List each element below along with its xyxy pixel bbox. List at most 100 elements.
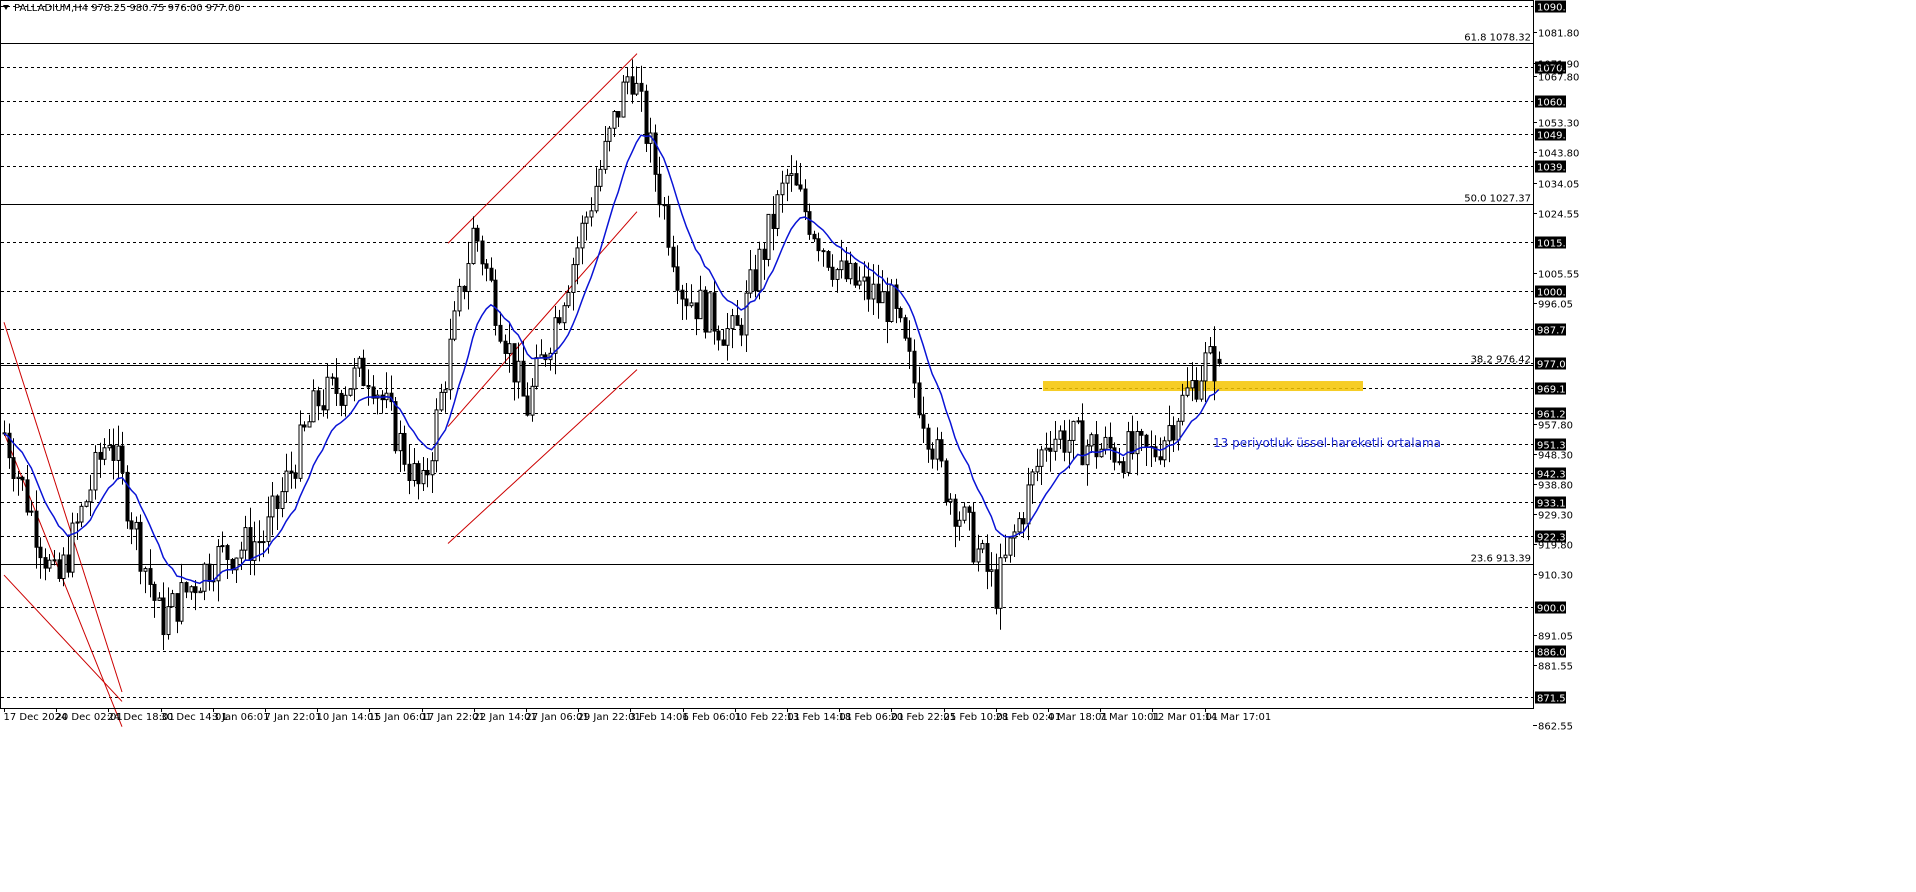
candle-body[interactable] [876, 283, 881, 304]
candle-body[interactable] [1121, 461, 1126, 473]
candle-body[interactable] [998, 557, 1003, 609]
candle-body[interactable] [616, 111, 621, 118]
candle-body[interactable] [457, 285, 462, 312]
candle-body[interactable] [70, 522, 75, 573]
candle-body[interactable] [102, 447, 107, 460]
candle-body[interactable] [553, 317, 558, 354]
price-axis[interactable]: 1103.601090.201070.851060.001049.501039.… [1533, 0, 1579, 733]
candle-body[interactable] [1185, 387, 1190, 396]
candle-body[interactable] [680, 289, 685, 300]
candle-body[interactable] [298, 424, 303, 479]
candle-body[interactable] [61, 554, 66, 579]
candle-body[interactable] [835, 269, 840, 280]
candle-body[interactable] [1044, 447, 1049, 451]
candle-body[interactable] [753, 269, 758, 292]
candle-body[interactable] [507, 343, 512, 354]
candle-body[interactable] [439, 391, 444, 411]
candle-body[interactable] [630, 76, 635, 95]
candle-body[interactable] [138, 521, 143, 572]
candle-body[interactable] [220, 545, 225, 548]
candle-body[interactable] [862, 276, 867, 282]
candle-body[interactable] [662, 204, 667, 207]
candle-body[interactable] [821, 250, 826, 253]
candle-body[interactable] [766, 213, 771, 260]
candle-body[interactable] [844, 260, 849, 280]
candle-body[interactable] [725, 328, 730, 346]
candle-body[interactable] [84, 501, 89, 507]
candle-body[interactable] [134, 521, 139, 530]
candle-body[interactable] [994, 569, 999, 609]
candle-body[interactable] [352, 367, 357, 390]
candle-body[interactable] [521, 360, 526, 397]
candle-body[interactable] [775, 194, 780, 229]
candle-body[interactable] [1130, 431, 1135, 455]
candle-body[interactable] [321, 405, 326, 411]
candle-body[interactable] [735, 315, 740, 326]
candle-body[interactable] [503, 340, 508, 354]
candle-body[interactable] [239, 549, 244, 559]
candle-body[interactable] [748, 269, 753, 294]
candle-body[interactable] [1180, 394, 1185, 422]
candle-body[interactable] [967, 506, 972, 513]
candle-body[interactable] [689, 302, 694, 307]
candle-body[interactable] [953, 498, 958, 527]
candle-body[interactable] [607, 127, 612, 142]
candle-body[interactable] [434, 409, 439, 462]
candle-body[interactable] [603, 140, 608, 170]
candle-body[interactable] [880, 291, 885, 304]
candle-body[interactable] [484, 263, 489, 269]
candle-body[interactable] [493, 279, 498, 326]
candle-body[interactable] [25, 479, 30, 513]
candle-body[interactable] [639, 82, 644, 92]
candle-body[interactable] [566, 291, 571, 307]
candle-body[interactable] [666, 205, 671, 248]
candle-body[interactable] [516, 360, 521, 383]
candle-body[interactable] [157, 597, 162, 601]
candle-body[interactable] [1212, 346, 1217, 382]
candle-body[interactable] [730, 315, 735, 330]
candle-body[interactable] [170, 593, 175, 608]
candle-body[interactable] [816, 238, 821, 252]
candle-body[interactable] [34, 510, 39, 548]
candle-body[interactable] [175, 593, 180, 622]
candle-body[interactable] [47, 559, 52, 569]
candle-body[interactable] [980, 543, 985, 550]
candle-body[interactable] [857, 280, 862, 286]
candle-body[interactable] [38, 546, 43, 559]
candle-body[interactable] [161, 597, 166, 636]
candle-body[interactable] [16, 476, 21, 479]
price-chart[interactable]: 61.8 1078.32 50.0 1027.37 38.2 976.42 23.6 … [0, 0, 1916, 888]
candle-body[interactable] [498, 324, 503, 342]
candle-body[interactable] [1053, 438, 1058, 452]
candle-body[interactable] [302, 424, 307, 428]
candle-body[interactable] [712, 292, 717, 332]
candle-body[interactable] [230, 558, 235, 571]
candle-body[interactable] [1176, 420, 1181, 441]
candle-body[interactable] [826, 251, 831, 268]
candle-body[interactable] [739, 324, 744, 336]
candle-body[interactable] [1017, 518, 1022, 533]
candle-body[interactable] [562, 305, 567, 324]
candle-body[interactable] [1067, 439, 1072, 453]
candle-body[interactable] [93, 451, 98, 491]
candle-body[interactable] [962, 506, 967, 521]
candle-body[interactable] [343, 394, 348, 406]
candle-body[interactable] [120, 445, 125, 473]
candle-body[interactable] [1076, 420, 1081, 423]
candle-body[interactable] [193, 586, 198, 594]
candle-body[interactable] [1199, 380, 1204, 400]
candle-body[interactable] [653, 132, 658, 175]
candle-body[interactable] [1080, 420, 1085, 466]
candle-body[interactable] [179, 582, 184, 622]
candle-body[interactable] [189, 586, 194, 593]
candle-body[interactable] [657, 173, 662, 206]
candle-body[interactable] [148, 568, 153, 585]
candle-body[interactable] [789, 173, 794, 176]
candle-body[interactable] [466, 263, 471, 293]
candle-body[interactable] [407, 463, 412, 481]
candle-body[interactable] [1008, 537, 1013, 556]
candle-body[interactable] [79, 505, 84, 523]
candle-body[interactable] [1003, 554, 1008, 559]
candle-body[interactable] [903, 317, 908, 339]
candle-body[interactable] [1158, 456, 1163, 461]
